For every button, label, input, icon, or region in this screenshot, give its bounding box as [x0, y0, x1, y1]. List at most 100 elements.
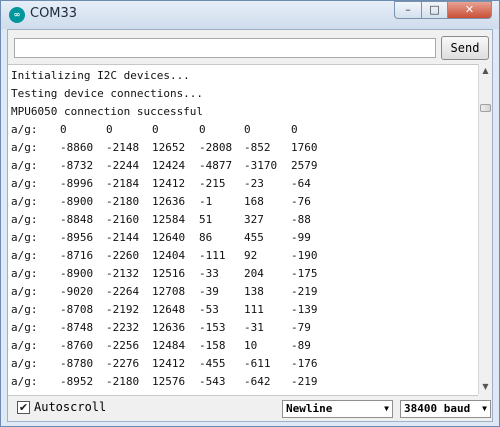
chevron-down-icon: ▼	[384, 404, 389, 413]
row-value: -139	[291, 303, 318, 316]
row-value: -190	[291, 249, 318, 262]
row-value: -455	[199, 357, 226, 370]
row-value: -89	[291, 339, 311, 352]
row-value: -852	[244, 141, 271, 154]
row-value: -219	[291, 285, 318, 298]
scroll-down-icon[interactable]: ▼	[479, 380, 492, 394]
row-value: -611	[244, 357, 271, 370]
row-value: -543	[199, 375, 226, 388]
row-value: -23	[244, 177, 264, 190]
output-data-row: a/g: -8860 -2148 12652 -2808 -852 1760	[11, 139, 471, 157]
monitor-body: Send Initializing I2C devices... Testing …	[7, 29, 493, 422]
row-value: 12404	[152, 249, 186, 262]
arduino-icon: ∞	[9, 7, 25, 23]
row-value: 0	[199, 123, 206, 136]
output-data-row: a/g: -8708 -2192 12648 -53 111 -139	[11, 301, 471, 319]
row-value: -642	[244, 375, 271, 388]
row-value: -8760	[60, 339, 94, 352]
row-label: a/g:	[11, 303, 38, 316]
row-value: 12652	[152, 141, 186, 154]
row-value: -2264	[106, 285, 140, 298]
minimize-button[interactable]: –	[394, 1, 422, 19]
row-value: -2180	[106, 375, 140, 388]
row-value: -2160	[106, 213, 140, 226]
baud-rate-select[interactable]: 38400 baud ▼	[400, 400, 491, 418]
row-value: -31	[244, 321, 264, 334]
output-message-line: MPU6050 connection successful	[11, 105, 204, 118]
output-data-row: a/g: -8748 -2232 12636 -153 -31 -79	[11, 319, 471, 337]
row-value: -8956	[60, 231, 94, 244]
row-value: -2180	[106, 195, 140, 208]
row-value: -2144	[106, 231, 140, 244]
row-value: -8952	[60, 375, 94, 388]
row-value: -4877	[199, 159, 233, 172]
row-value: -2232	[106, 321, 140, 334]
row-value: 0	[291, 123, 298, 136]
bottom-bar: ✔ Autoscroll Newline ▼ 38400 baud ▼	[8, 396, 492, 421]
row-value: 2579	[291, 159, 318, 172]
row-label: a/g:	[11, 123, 38, 136]
autoscroll-checkbox[interactable]: ✔	[17, 401, 30, 414]
row-value: 12412	[152, 357, 186, 370]
row-label: a/g:	[11, 339, 38, 352]
window-title: COM33	[30, 6, 78, 21]
scroll-up-icon[interactable]: ▲	[479, 64, 492, 78]
row-value: -8900	[60, 267, 94, 280]
row-value: -2260	[106, 249, 140, 262]
row-label: a/g:	[11, 141, 38, 154]
title-bar[interactable]: ∞ COM33 – □ ✕	[1, 1, 499, 29]
row-value: -219	[291, 375, 318, 388]
chevron-down-icon: ▼	[482, 404, 487, 413]
row-label: a/g:	[11, 231, 38, 244]
row-value: -88	[291, 213, 311, 226]
scroll-thumb[interactable]	[480, 104, 491, 112]
row-label: a/g:	[11, 321, 38, 334]
serial-output[interactable]: Initializing I2C devices... Testing devic…	[8, 64, 478, 396]
output-message-line: Initializing I2C devices...	[11, 69, 190, 82]
row-value: -2148	[106, 141, 140, 154]
line-ending-select[interactable]: Newline ▼	[282, 400, 393, 418]
serial-input[interactable]	[14, 38, 436, 58]
output-scrollbar[interactable]: ▲ ▼	[478, 64, 492, 394]
row-label: a/g:	[11, 159, 38, 172]
output-data-row: a/g: -8732 -2244 12424 -4877 -3170 2579	[11, 157, 471, 175]
output-data-row: a/g: -8996 -2184 12412 -215 -23 -64	[11, 175, 471, 193]
autoscroll-label: Autoscroll	[34, 400, 107, 414]
send-button[interactable]: Send	[441, 36, 489, 60]
row-value: 92	[244, 249, 258, 262]
row-label: a/g:	[11, 357, 38, 370]
output-data-row: a/g: -8952 -2180 12576 -543 -642 -219	[11, 373, 471, 391]
baud-rate-value: 38400 baud	[404, 402, 471, 415]
row-value: 12424	[152, 159, 186, 172]
row-value: 204	[244, 267, 264, 280]
row-label: a/g:	[11, 213, 38, 226]
row-value: -8860	[60, 141, 94, 154]
output-data-row: a/g: -8900 -2180 12636 -1 168 -76	[11, 193, 471, 211]
close-button[interactable]: ✕	[447, 1, 492, 19]
row-value: 12648	[152, 303, 186, 316]
row-value: -2244	[106, 159, 140, 172]
row-value: 10	[244, 339, 258, 352]
row-value: -111	[199, 249, 226, 262]
row-label: a/g:	[11, 249, 38, 262]
row-value: -2184	[106, 177, 140, 190]
row-value: 0	[60, 123, 67, 136]
row-value: 12576	[152, 375, 186, 388]
row-value: 86	[199, 231, 213, 244]
row-value: 168	[244, 195, 264, 208]
output-data-row: a/g: -8956 -2144 12640 86 455 -99	[11, 229, 471, 247]
row-value: -3170	[244, 159, 278, 172]
row-value: -33	[199, 267, 219, 280]
row-label: a/g:	[11, 267, 38, 280]
row-label: a/g:	[11, 195, 38, 208]
output-data-row: a/g: -8900 -2132 12516 -33 204 -175	[11, 265, 471, 283]
row-value: -39	[199, 285, 219, 298]
row-value: -8732	[60, 159, 94, 172]
maximize-button[interactable]: □	[421, 1, 448, 19]
row-value: -2276	[106, 357, 140, 370]
row-value: 455	[244, 231, 264, 244]
row-value: 0	[106, 123, 113, 136]
row-value: 1760	[291, 141, 318, 154]
row-value: -8748	[60, 321, 94, 334]
output-data-row: a/g: -8848 -2160 12584 51 327 -88	[11, 211, 471, 229]
